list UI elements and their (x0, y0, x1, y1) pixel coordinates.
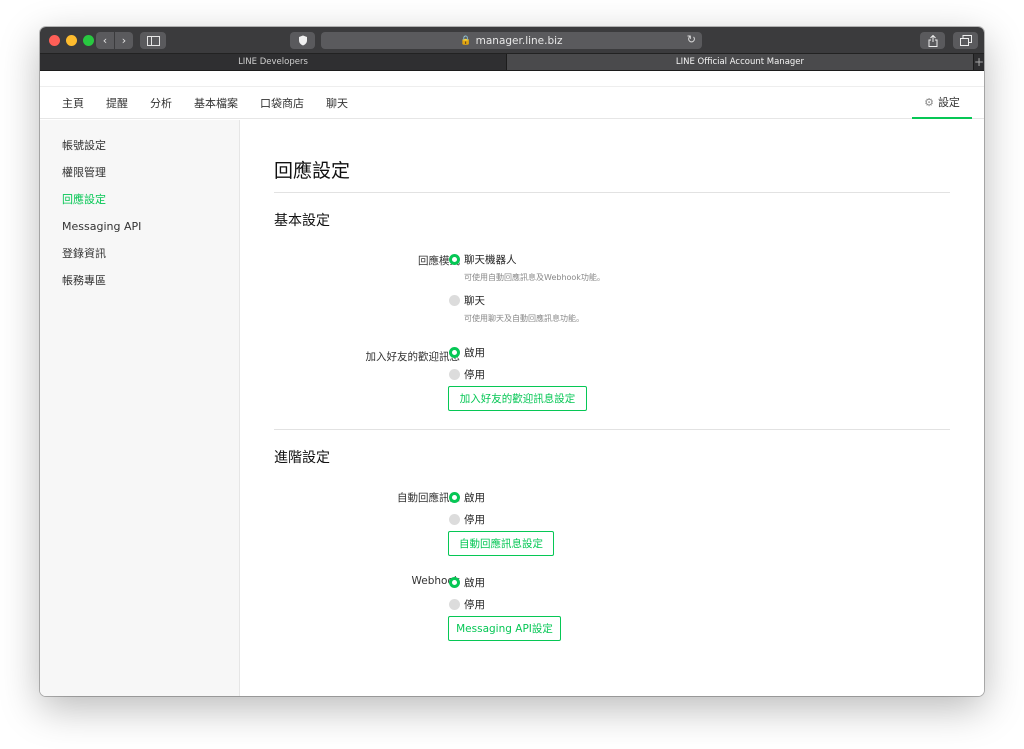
page-title: 回應設定 (274, 160, 351, 182)
radio-selected-icon (449, 254, 460, 265)
sidebar-item-response-settings[interactable]: 回應設定 (40, 193, 239, 220)
chat-hint: 可使用聊天及自動回應訊息功能。 (464, 314, 584, 323)
radio-auto-reply-enable-label: 啟用 (464, 492, 485, 504)
sidebar-item-registration-info[interactable]: 登錄資訊 (40, 247, 239, 274)
browser-tab-oa-manager[interactable]: LINE Official Account Manager (506, 54, 974, 70)
sidebar-icon (146, 35, 160, 46)
main-navigation: 主頁 提醒 分析 基本檔案 口袋商店 聊天 ⚙ 設定 (40, 87, 984, 119)
radio-welcome-enable[interactable]: 啟用 (449, 345, 485, 360)
section-title-advanced: 進階設定 (274, 450, 330, 466)
radio-unselected-icon (449, 295, 460, 306)
nav-item-reminders[interactable]: 提醒 (106, 95, 128, 111)
title-divider (274, 192, 950, 193)
radio-webhook-disable-label: 停用 (464, 599, 485, 611)
radio-unselected-icon (449, 599, 460, 610)
radio-welcome-disable[interactable]: 停用 (449, 367, 485, 382)
radio-selected-icon (449, 347, 460, 358)
nav-item-shop[interactable]: 口袋商店 (260, 95, 304, 111)
share-icon (928, 34, 937, 47)
shield-icon (298, 35, 307, 46)
reload-icon[interactable]: ↻ (687, 33, 696, 46)
nav-item-analytics[interactable]: 分析 (150, 95, 172, 111)
gear-icon: ⚙ (924, 95, 934, 109)
chevron-right-icon: › (121, 34, 127, 47)
settings-label: 設定 (937, 96, 960, 109)
sidebar-item-messaging-api[interactable]: Messaging API (40, 220, 239, 247)
sidebar-item-account[interactable]: 帳號設定 (40, 139, 239, 166)
radio-chatbot[interactable]: 聊天機器人 (449, 252, 517, 267)
radio-webhook-disable[interactable]: 停用 (449, 597, 485, 612)
radio-welcome-enable-label: 啟用 (464, 347, 485, 359)
window-controls (49, 35, 94, 46)
lock-icon: 🔒 (460, 35, 472, 46)
main-content: 回應設定 基本設定 回應模式 聊天機器人 可使用自動回應訊息及Webhook功能… (240, 120, 984, 696)
account-header-strip (40, 71, 984, 87)
browser-tab-line-developers[interactable]: LINE Developers (40, 54, 507, 70)
section-divider (274, 429, 950, 430)
radio-webhook-enable-label: 啟用 (464, 577, 485, 589)
radio-unselected-icon (449, 369, 460, 380)
radio-chat[interactable]: 聊天 (449, 293, 485, 308)
new-tab-button[interactable]: + (974, 54, 984, 70)
web-page: 主頁 提醒 分析 基本檔案 口袋商店 聊天 ⚙ 設定 帳號設定 權限管理 回應設… (40, 71, 984, 696)
radio-selected-icon (449, 577, 460, 588)
messaging-api-settings-button[interactable]: Messaging API設定 (448, 616, 561, 641)
nav-item-settings[interactable]: ⚙ 設定 (912, 87, 972, 119)
forward-button[interactable]: › (115, 32, 133, 49)
radio-webhook-enable[interactable]: 啟用 (449, 575, 485, 590)
browser-window: ‹ › 🔒 manager.line.biz ↻ LINE Developers… (40, 27, 984, 696)
settings-sidebar: 帳號設定 權限管理 回應設定 Messaging API 登錄資訊 帳務專區 (40, 120, 240, 696)
radio-auto-reply-enable[interactable]: 啟用 (449, 490, 485, 505)
chevron-left-icon: ‹ (102, 34, 108, 47)
url-text: manager.line.biz (475, 34, 563, 47)
nav-item-profile[interactable]: 基本檔案 (194, 95, 238, 111)
zoom-window-button[interactable] (83, 35, 94, 46)
radio-welcome-disable-label: 停用 (464, 369, 485, 381)
nav-item-home[interactable]: 主頁 (62, 95, 84, 111)
radio-chatbot-label: 聊天機器人 (464, 254, 517, 266)
close-window-button[interactable] (49, 35, 60, 46)
share-button[interactable] (920, 32, 945, 49)
nav-item-chat[interactable]: 聊天 (326, 95, 348, 111)
welcome-message-label: 加入好友的歡迎訊息 (365, 351, 461, 363)
sidebar-item-billing[interactable]: 帳務專區 (40, 274, 239, 301)
privacy-report-button[interactable] (290, 32, 315, 49)
welcome-message-settings-button[interactable]: 加入好友的歡迎訊息設定 (448, 386, 587, 411)
sidebar-item-permissions[interactable]: 權限管理 (40, 166, 239, 193)
minimize-window-button[interactable] (66, 35, 77, 46)
radio-auto-reply-disable[interactable]: 停用 (449, 512, 485, 527)
auto-reply-settings-button[interactable]: 自動回應訊息設定 (448, 531, 554, 556)
section-title-basic: 基本設定 (274, 213, 330, 229)
page-body: 帳號設定 權限管理 回應設定 Messaging API 登錄資訊 帳務專區 回… (40, 120, 984, 696)
tabs-icon (959, 35, 972, 46)
back-button[interactable]: ‹ (96, 32, 114, 49)
radio-selected-icon (449, 492, 460, 503)
chatbot-hint: 可使用自動回應訊息及Webhook功能。 (464, 273, 605, 282)
address-bar[interactable]: 🔒 manager.line.biz ↻ (321, 32, 702, 49)
sidebar-toggle-button[interactable] (140, 32, 166, 49)
radio-chat-label: 聊天 (464, 295, 485, 307)
tab-overview-button[interactable] (953, 32, 978, 49)
radio-unselected-icon (449, 514, 460, 525)
title-bar: ‹ › 🔒 manager.line.biz ↻ (40, 27, 984, 54)
tab-strip: LINE Developers LINE Official Account Ma… (40, 54, 984, 71)
radio-auto-reply-disable-label: 停用 (464, 514, 485, 526)
